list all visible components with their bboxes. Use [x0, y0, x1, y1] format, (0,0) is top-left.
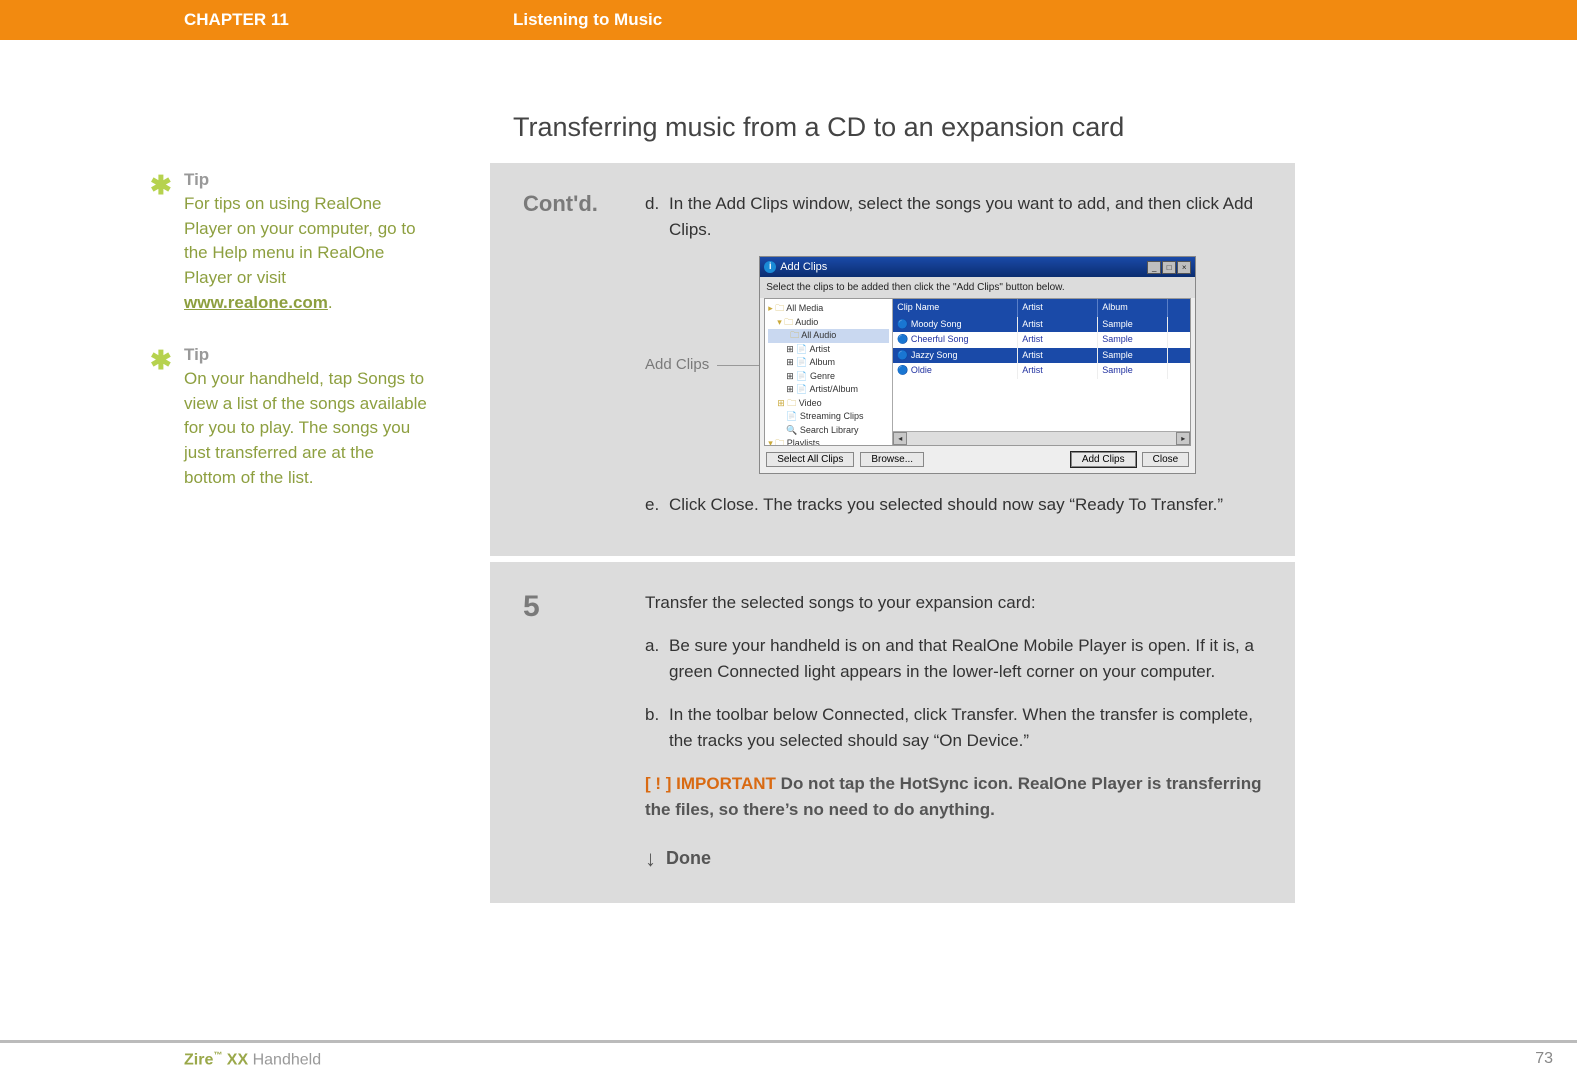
scroll-right-icon[interactable]: ▸ — [1176, 432, 1190, 445]
step-e: e. Click Close. The tracks you selected … — [645, 492, 1271, 518]
tip-text: For tips on using RealOne Player on your… — [184, 194, 416, 287]
step-letter: d. — [645, 191, 669, 242]
tree-node[interactable]: Artist — [809, 344, 830, 354]
important-callout: [ ! ] IMPORTANT Do not tap the HotSync i… — [645, 771, 1271, 822]
callout-label: Add Clips — [645, 354, 709, 377]
step-text: In the Add Clips window, select the song… — [669, 191, 1271, 242]
window-title: Add Clips — [780, 259, 827, 276]
asterisk-icon: ✱ — [150, 345, 172, 376]
step-letter: e. — [645, 492, 669, 518]
chapter-label: CHAPTER 11 — [184, 10, 289, 30]
tree-node[interactable]: Video — [799, 398, 822, 408]
list-row[interactable]: 🔵 Oldie Artist Sample — [893, 363, 1190, 379]
tips-column: ✱ Tip For tips on using RealOne Player o… — [150, 170, 430, 520]
scroll-left-icon[interactable]: ◂ — [893, 432, 907, 445]
segment-5: 5 Transfer the selected songs to your ex… — [490, 556, 1295, 904]
minimize-icon[interactable]: _ — [1147, 261, 1161, 274]
add-clips-window: i Add Clips _ □ × Select the clips to be… — [759, 256, 1196, 474]
segment-body: d. In the Add Clips window, select the s… — [645, 163, 1295, 556]
step-text: Be sure your handheld is on and that Rea… — [669, 633, 1271, 684]
step-letter: a. — [645, 633, 669, 684]
step-b: b. In the toolbar below Connected, click… — [645, 702, 1271, 753]
window-main: ▸ 🗀 All Media ▾ 🗀 Audio 🗀 All Audio ⊞ 📄 … — [764, 298, 1191, 446]
tip-title: Tip — [184, 345, 430, 365]
horizontal-scrollbar[interactable]: ◂▸ — [893, 431, 1190, 445]
page-number: 73 — [1535, 1050, 1553, 1068]
tip-item: ✱ Tip On your handheld, tap Songs to vie… — [150, 345, 430, 490]
step-text: In the toolbar below Connected, click Tr… — [669, 702, 1271, 753]
segment-contd: Cont'd. d. In the Add Clips window, sele… — [490, 163, 1295, 556]
page: CHAPTER 11 Listening to Music Transferri… — [0, 0, 1577, 1076]
tree-node[interactable]: All Audio — [801, 330, 836, 340]
segment-label: Cont'd. — [490, 163, 645, 556]
add-clips-button[interactable]: Add Clips — [1071, 452, 1136, 467]
list-row[interactable]: 🔵 Moody Song Artist Sample — [893, 317, 1190, 333]
tree-node[interactable]: Playlists — [787, 438, 820, 445]
footer: Zire™ XX Handheld 73 — [0, 1040, 1577, 1076]
tip-body: On your handheld, tap Songs to view a li… — [184, 367, 430, 490]
brand-model: XX — [222, 1051, 248, 1068]
tree-node[interactable]: All Media — [786, 303, 823, 313]
col-header[interactable]: Album — [1098, 299, 1168, 317]
asterisk-icon: ✱ — [150, 170, 172, 201]
col-header[interactable]: Artist — [1018, 299, 1098, 317]
tip-item: ✱ Tip For tips on using RealOne Player o… — [150, 170, 430, 315]
tip-link[interactable]: www.realone.com — [184, 293, 328, 312]
chapter-title: Listening to Music — [513, 10, 662, 30]
trademark-icon: ™ — [213, 1050, 222, 1060]
maximize-icon[interactable]: □ — [1162, 261, 1176, 274]
col-header[interactable]: Clip Name — [893, 299, 1018, 317]
list-row[interactable]: 🔵 Cheerful Song Artist Sample — [893, 332, 1190, 348]
footer-brand: Zire™ XX Handheld — [184, 1050, 321, 1069]
step-intro: Transfer the selected songs to your expa… — [645, 590, 1271, 616]
tree-node[interactable]: Streaming Clips — [800, 411, 864, 421]
window-button-bar: Select All Clips Browse... Add Clips Clo… — [760, 446, 1195, 473]
window-instruction: Select the clips to be added then click … — [760, 277, 1195, 298]
browse-button[interactable]: Browse... — [860, 452, 924, 467]
tip-title: Tip — [184, 170, 430, 190]
tree-node[interactable]: Genre — [810, 371, 835, 381]
tip-text-tail: . — [328, 293, 333, 312]
tree-node[interactable]: Artist/Album — [809, 384, 858, 394]
media-tree[interactable]: ▸ 🗀 All Media ▾ 🗀 Audio 🗀 All Audio ⊞ 📄 … — [765, 299, 893, 445]
segment-body: Transfer the selected songs to your expa… — [645, 562, 1295, 904]
step-a: a. Be sure your handheld is on and that … — [645, 633, 1271, 684]
tree-node[interactable]: Album — [809, 357, 835, 367]
down-arrow-icon: ↓ — [645, 842, 656, 875]
close-icon[interactable]: × — [1177, 261, 1191, 274]
step-letter: b. — [645, 702, 669, 753]
close-button[interactable]: Close — [1142, 452, 1190, 467]
step-d: d. In the Add Clips window, select the s… — [645, 191, 1271, 242]
top-bar: CHAPTER 11 Listening to Music — [0, 0, 1577, 40]
step-text: Click Close. The tracks you selected sho… — [669, 492, 1271, 518]
tip-body: For tips on using RealOne Player on your… — [184, 192, 430, 315]
segment-number: 5 — [490, 562, 645, 904]
brand-name: Zire — [184, 1051, 213, 1068]
list-row[interactable]: 🔵 Jazzy Song Artist Sample — [893, 348, 1190, 364]
brand-tail: Handheld — [248, 1051, 321, 1068]
callout-line — [717, 365, 759, 366]
done-row: ↓ Done — [645, 842, 1271, 875]
steps-container: Cont'd. d. In the Add Clips window, sele… — [490, 163, 1295, 903]
clip-list[interactable]: Clip Name Artist Album 🔵 Moody Song Arti… — [893, 299, 1190, 445]
section-heading: Transferring music from a CD to an expan… — [513, 112, 1124, 143]
info-icon: i — [764, 261, 776, 273]
window-titlebar: i Add Clips _ □ × — [760, 257, 1195, 277]
select-all-button[interactable]: Select All Clips — [766, 452, 854, 467]
screenshot-wrap: Add Clips i Add Clips _ □ — [645, 256, 1271, 474]
list-header: Clip Name Artist Album — [893, 299, 1190, 317]
tree-node[interactable]: Search Library — [800, 425, 859, 435]
important-prefix: [ ! ] IMPORTANT — [645, 774, 776, 793]
done-label: Done — [666, 845, 711, 872]
tree-node[interactable]: Audio — [795, 317, 818, 327]
